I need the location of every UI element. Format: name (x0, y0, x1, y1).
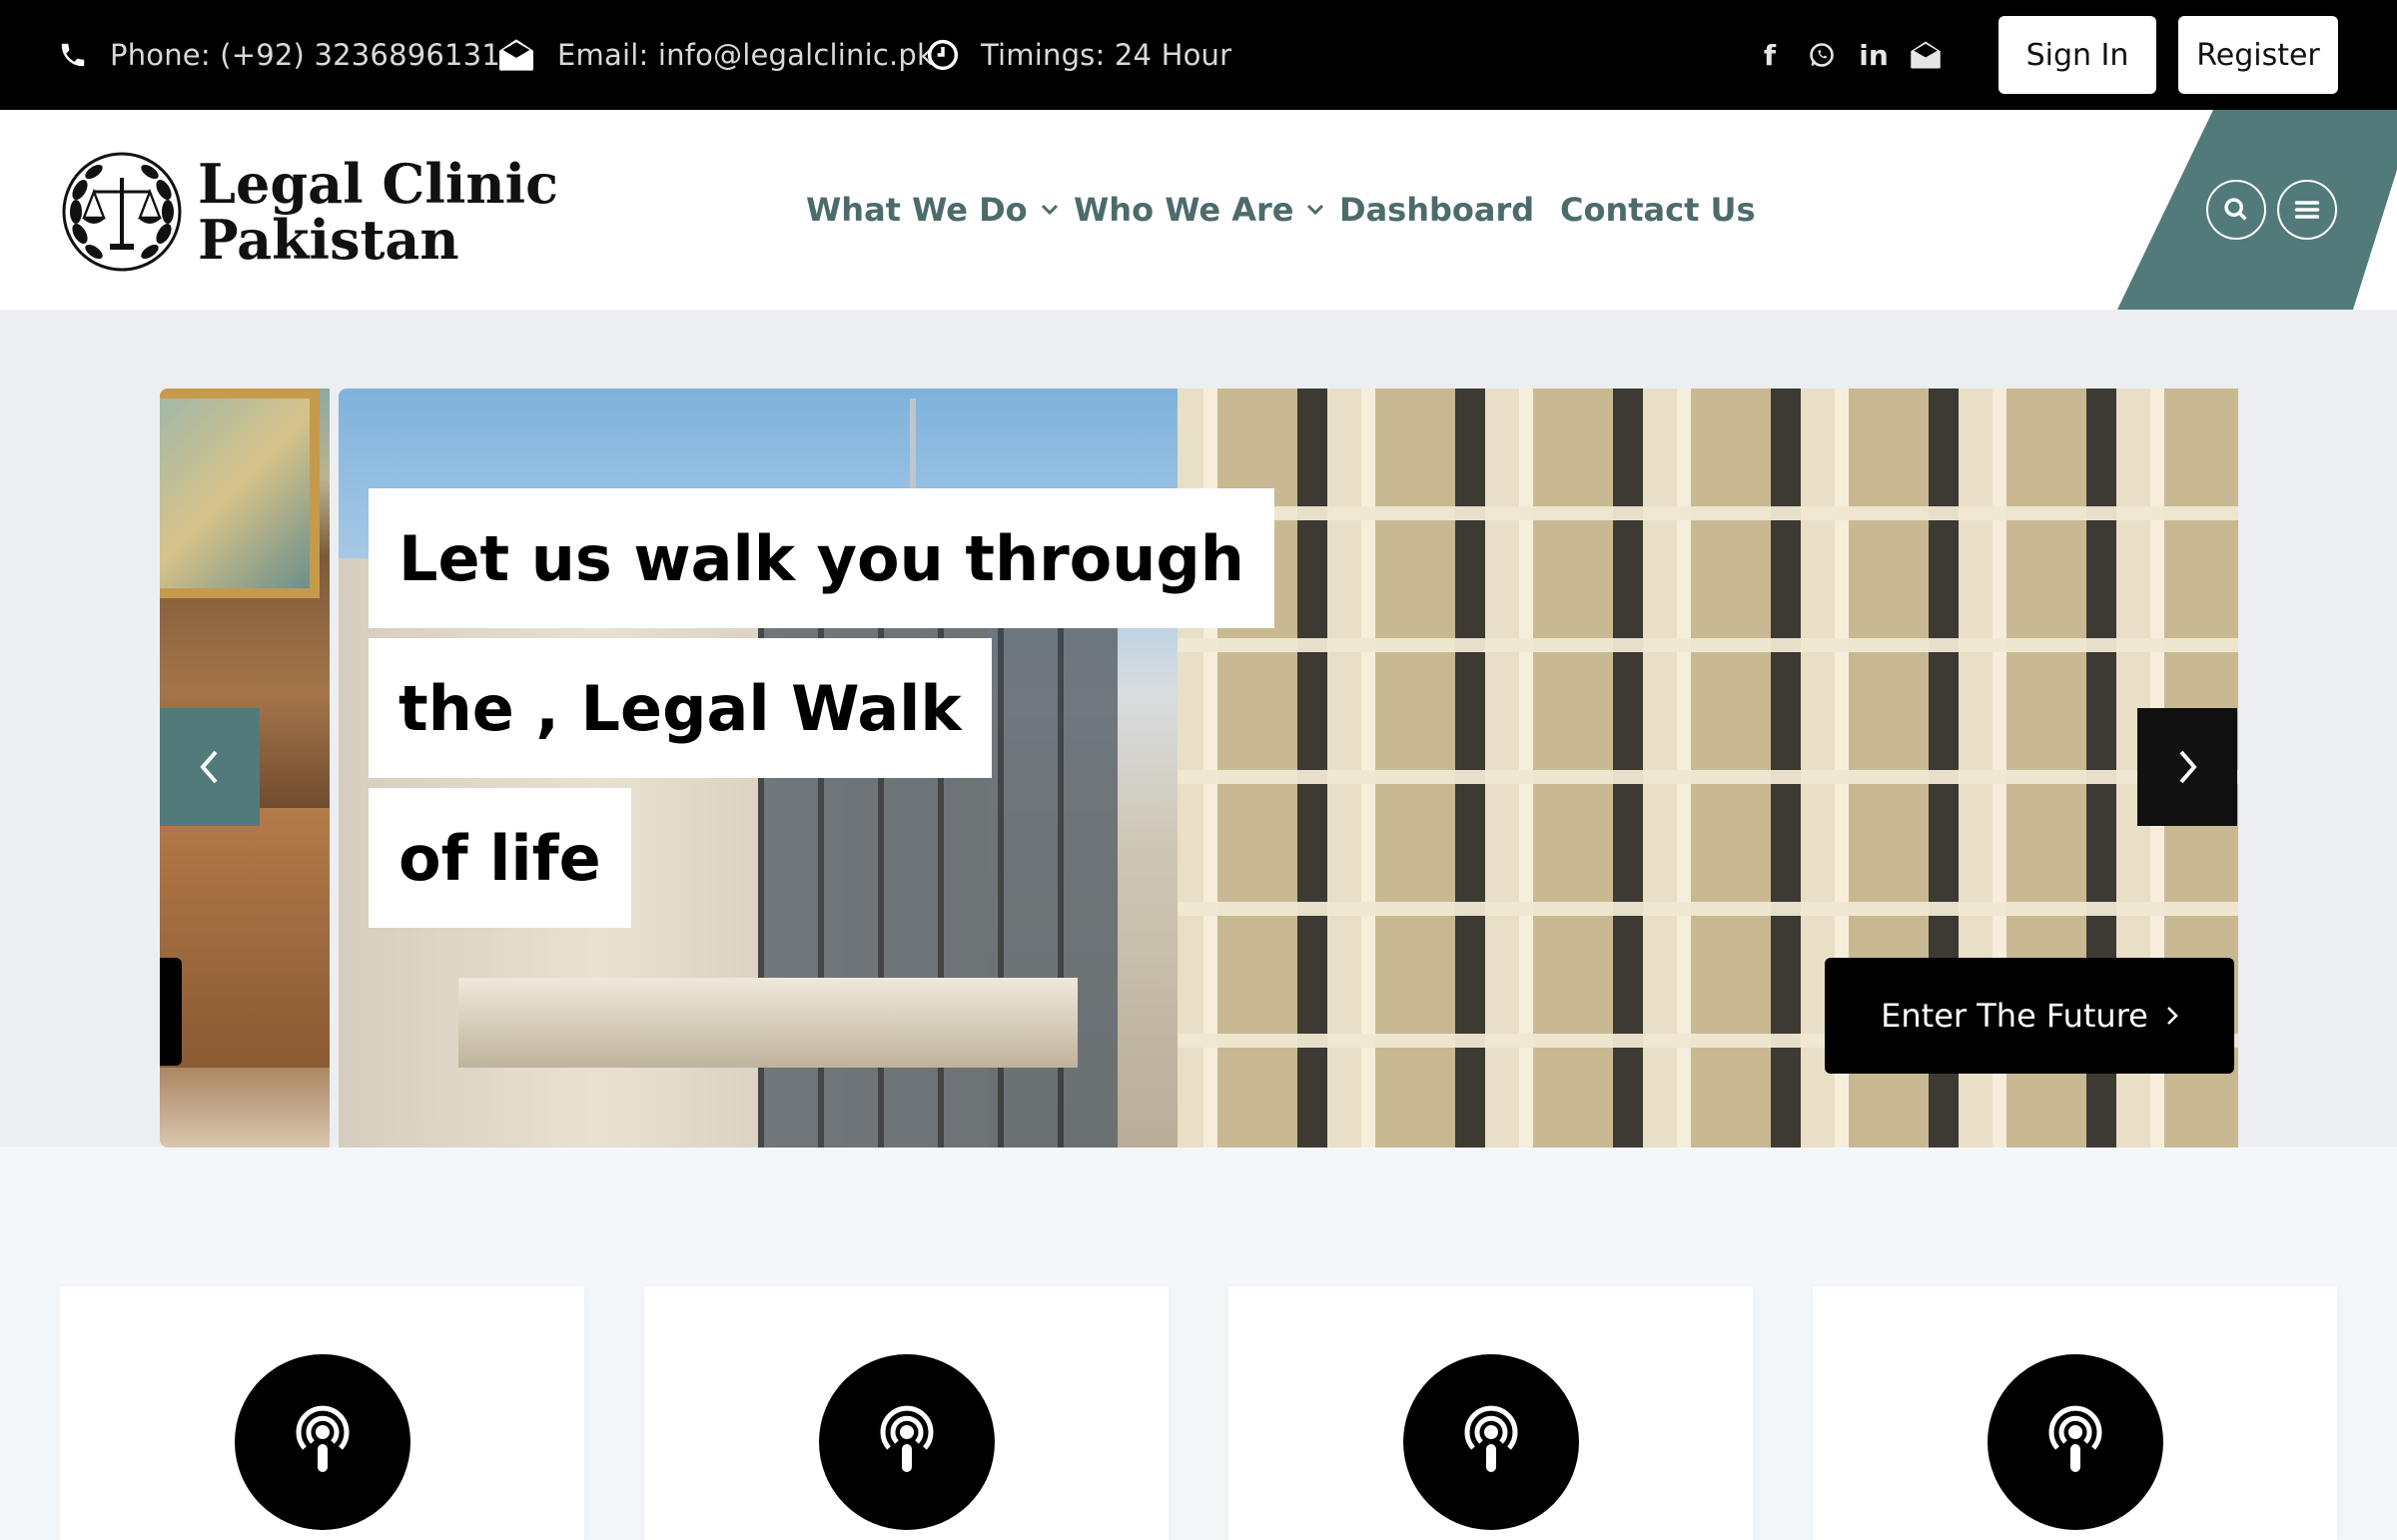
podcast-icon (1987, 1354, 2163, 1530)
hero-headline-line-2: the , Legal Walk (369, 638, 992, 778)
previous-slide-cta-edge[interactable] (160, 958, 182, 1066)
linkedin-icon[interactable]: in (1857, 38, 1891, 72)
clock-icon (927, 39, 959, 71)
podcast-icon (1402, 1354, 1579, 1530)
entrance-canopy (458, 978, 1078, 1068)
enter-button-label: Enter The Future (1881, 997, 2148, 1035)
sign-in-button[interactable]: Sign In (1998, 16, 2156, 94)
nav-dashboard[interactable]: Dashboard (1339, 110, 1534, 310)
social-links: f in (1753, 0, 1943, 110)
logo-text: Legal Clinic Pakistan (198, 156, 558, 268)
hero-headline-line-1: Let us walk you through (369, 488, 1274, 628)
logo-line-2: Pakistan (198, 208, 459, 272)
podcast-icon (818, 1354, 995, 1530)
nav-label: Contact Us (1560, 191, 1756, 229)
timings-text: Timings: 24 Hour (981, 38, 1232, 72)
menu-icon[interactable] (2277, 180, 2337, 240)
chevron-right-icon (2166, 1007, 2178, 1025)
enter-the-future-button[interactable]: Enter The Future (1825, 958, 2234, 1074)
site-logo[interactable]: Legal Clinic Pakistan (58, 150, 558, 274)
phone-text: Phone: (+92) 3236896131 (110, 38, 500, 72)
register-button[interactable]: Register (2178, 16, 2338, 94)
chevron-left-icon (200, 750, 218, 784)
nav-label: What We Do (806, 191, 1028, 229)
phone-contact[interactable]: Phone: (+92) 3236896131 (58, 0, 500, 110)
logo-line-1: Legal Clinic (198, 152, 559, 216)
hero-headline-line-3: of life (369, 788, 631, 928)
slider-next-button[interactable] (2137, 708, 2237, 826)
facebook-icon[interactable]: f (1753, 38, 1787, 72)
email-text: Email: info@legalclinic.pk (557, 38, 935, 72)
service-card[interactable] (1228, 1286, 1753, 1540)
slider-prev-button[interactable] (160, 708, 260, 826)
timings-info: Timings: 24 Hour (927, 0, 1231, 110)
phone-icon (61, 43, 85, 67)
whatsapp-icon[interactable] (1805, 38, 1839, 72)
nav-who-we-are[interactable]: Who We Are (1074, 110, 1325, 310)
nav-what-we-do[interactable]: What We Do (806, 110, 1060, 310)
chevron-right-icon (2179, 750, 2197, 784)
podcast-icon (234, 1354, 410, 1530)
nav-label: Dashboard (1339, 191, 1535, 229)
painting-frame (160, 388, 320, 598)
chevron-down-icon (1307, 204, 1324, 216)
chevron-down-icon (1041, 204, 1058, 216)
email-icon[interactable] (1909, 38, 1943, 72)
email-contact[interactable]: Email: info@legalclinic.pk (497, 0, 934, 110)
search-icon[interactable] (2206, 180, 2266, 240)
service-card[interactable] (1813, 1286, 2337, 1540)
top-bar: Phone: (+92) 3236896131 Email: info@lega… (0, 0, 2397, 110)
main-header: Legal Clinic Pakistan What We Do Who We … (0, 110, 2397, 310)
service-card[interactable] (60, 1286, 584, 1540)
nav-label: Who We Are (1074, 191, 1294, 229)
scales-of-justice-icon (62, 152, 182, 272)
nav-contact-us[interactable]: Contact Us (1560, 110, 1756, 310)
courtroom-bench (160, 808, 330, 1068)
service-card[interactable] (644, 1286, 1169, 1540)
envelope-open-icon (499, 39, 533, 71)
